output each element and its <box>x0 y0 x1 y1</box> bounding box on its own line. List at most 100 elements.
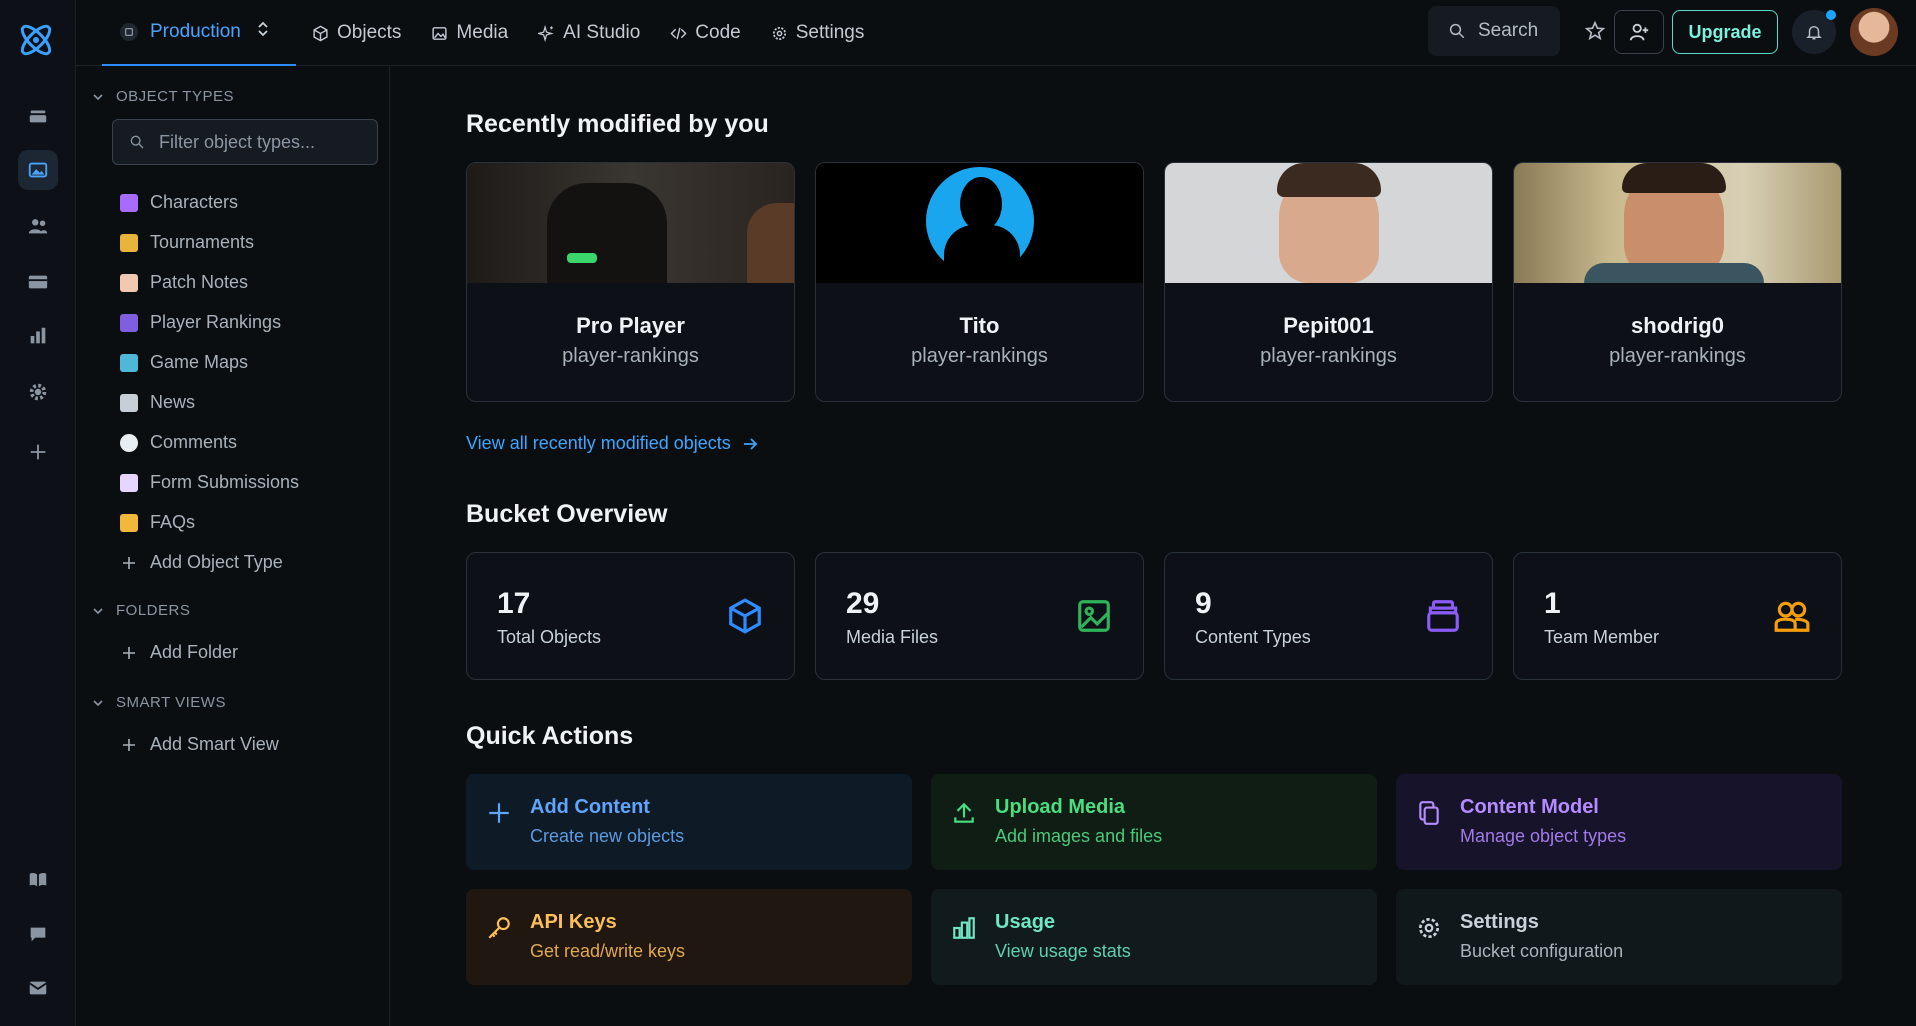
rail-team-icon[interactable] <box>18 206 58 246</box>
card-title: shodrig0 <box>1631 313 1724 338</box>
sidebar-item-characters[interactable]: Characters <box>120 192 238 213</box>
cube-icon <box>313 25 328 41</box>
stat-value: 29 <box>846 587 880 620</box>
rail-mail-icon[interactable] <box>18 968 58 1008</box>
nav-ai-studio[interactable]: AI Studio <box>538 22 640 44</box>
search-icon <box>130 135 144 149</box>
rail-chat-icon[interactable] <box>18 914 58 954</box>
rail-media-icon[interactable] <box>18 150 58 190</box>
quick-action-usage[interactable]: Usage View usage stats <box>931 889 1377 985</box>
filter-object-types-input[interactable] <box>159 131 359 153</box>
search-button[interactable]: Search <box>1428 6 1560 56</box>
sidebar-item-form-submissions[interactable]: Form Submissions <box>120 472 299 493</box>
chevron-down-icon <box>93 607 103 614</box>
image-icon <box>1078 600 1110 632</box>
notification-dot <box>1826 10 1836 20</box>
environment-label: Production <box>150 21 241 42</box>
recent-card-pepit001[interactable]: Pepit001 player-rankings <box>1164 162 1493 402</box>
nav-settings[interactable]: Settings <box>771 22 864 44</box>
quick-action-api-keys[interactable]: API Keys Get read/write keys <box>466 889 912 985</box>
quick-action-subtitle: Get read/write keys <box>530 941 686 961</box>
person-icon <box>120 313 138 332</box>
sidebar-item-tournaments[interactable]: Tournaments <box>120 232 254 253</box>
folders-heading: FOLDERS <box>116 602 191 619</box>
card-type: player-rankings <box>911 345 1048 367</box>
sidebar-item-news[interactable]: News <box>120 392 195 413</box>
quick-action-title: Usage <box>995 911 1056 933</box>
add-smart-view-button[interactable]: Add Smart View <box>120 734 279 755</box>
stat-value: 1 <box>1544 587 1561 620</box>
app-logo-icon[interactable] <box>14 18 58 62</box>
view-all-recent-link[interactable]: View all recently modified objects <box>466 433 759 454</box>
main-nav: Objects Media AI Studio Code Settings <box>312 0 864 66</box>
invite-user-button[interactable] <box>1614 10 1664 54</box>
sidebar-item-label: News <box>150 392 196 412</box>
quick-action-content-model[interactable]: Content Model Manage object types <box>1396 774 1842 870</box>
chevron-down-icon <box>93 699 103 706</box>
gamepad-icon <box>120 193 138 212</box>
nav-objects[interactable]: Objects <box>312 22 401 44</box>
rail-billing-icon[interactable] <box>18 262 58 302</box>
filter-object-types-field[interactable] <box>112 119 378 165</box>
view-all-label: View all recently modified objects <box>466 433 731 453</box>
add-object-type-button[interactable]: Add Object Type <box>120 552 283 573</box>
add-folder-button[interactable]: Add Folder <box>120 642 238 663</box>
recent-card-tito[interactable]: Tito player-rankings <box>815 162 1144 402</box>
user-avatar[interactable] <box>1850 8 1898 56</box>
sidebar-item-comments[interactable]: Comments <box>120 432 237 453</box>
card-title: Tito <box>959 313 1000 338</box>
stat-label: Total Objects <box>497 627 602 647</box>
sidebar-item-faqs[interactable]: FAQs <box>120 512 195 533</box>
recent-card-shodrig0[interactable]: shodrig0 player-rankings <box>1513 162 1842 402</box>
search-icon <box>1449 23 1465 39</box>
upgrade-button[interactable]: Upgrade <box>1672 10 1778 54</box>
trophy-icon <box>120 233 138 252</box>
rail-buckets-icon[interactable] <box>18 96 58 136</box>
sidebar-item-game-maps[interactable]: Game Maps <box>120 352 248 373</box>
sidebar-item-label: FAQs <box>150 512 196 532</box>
rail-settings-icon[interactable] <box>18 372 58 412</box>
quick-action-title: Settings <box>1460 911 1539 933</box>
quick-action-upload-media[interactable]: Upload Media Add images and files <box>931 774 1377 870</box>
sparkle-icon <box>538 24 554 42</box>
sidebar-item-label: Comments <box>150 432 238 452</box>
quick-action-add-content[interactable]: Add Content Create new objects <box>466 774 912 870</box>
object-sidebar: OBJECT TYPES Characters Tournaments Patc… <box>76 66 390 1026</box>
rail-analytics-icon[interactable] <box>18 316 58 356</box>
quick-action-subtitle: Create new objects <box>530 826 685 846</box>
card-thumbnail <box>467 163 794 283</box>
stat-label: Team Member <box>1544 627 1660 647</box>
environment-selector[interactable]: Production <box>102 0 296 66</box>
nav-code[interactable]: Code <box>670 22 741 44</box>
object-types-heading: OBJECT TYPES <box>116 88 234 105</box>
code-icon <box>670 27 687 39</box>
nav-media[interactable]: Media <box>431 22 508 44</box>
quick-action-subtitle: Add images and files <box>995 826 1163 846</box>
quick-action-title: API Keys <box>530 911 617 933</box>
smart-views-header[interactable]: SMART VIEWS <box>92 694 226 711</box>
quick-actions-heading: Quick Actions <box>466 722 634 750</box>
recent-card-pro-player[interactable]: Pro Player player-rankings <box>466 162 795 402</box>
stat-media-files: 29 Media Files <box>815 552 1144 680</box>
quick-action-subtitle: Manage object types <box>1460 826 1627 846</box>
envelope-icon <box>120 473 138 492</box>
quick-action-title: Upload Media <box>995 796 1126 818</box>
quick-action-subtitle: View usage stats <box>995 941 1131 961</box>
top-bar: Production Objects Media AI Studio Code … <box>76 0 1916 66</box>
folders-header[interactable]: FOLDERS <box>92 602 190 619</box>
recent-heading: Recently modified by you <box>466 110 769 138</box>
sidebar-item-label: Tournaments <box>150 232 255 252</box>
rail-add-icon[interactable] <box>18 432 58 472</box>
card-type: player-rankings <box>1609 345 1746 367</box>
object-types-header[interactable]: OBJECT TYPES <box>92 88 234 105</box>
search-label: Search <box>1478 20 1539 41</box>
sidebar-item-player-rankings[interactable]: Player Rankings <box>120 312 281 333</box>
rail-docs-icon[interactable] <box>18 860 58 900</box>
user-plus-icon <box>1629 23 1649 41</box>
bar-chart-icon <box>953 917 975 939</box>
notifications-button[interactable] <box>1792 10 1836 54</box>
favorites-star-icon[interactable] <box>1574 10 1616 52</box>
sidebar-item-patch-notes[interactable]: Patch Notes <box>120 272 248 293</box>
quick-action-settings[interactable]: Settings Bucket configuration <box>1396 889 1842 985</box>
users-icon <box>1774 601 1810 632</box>
